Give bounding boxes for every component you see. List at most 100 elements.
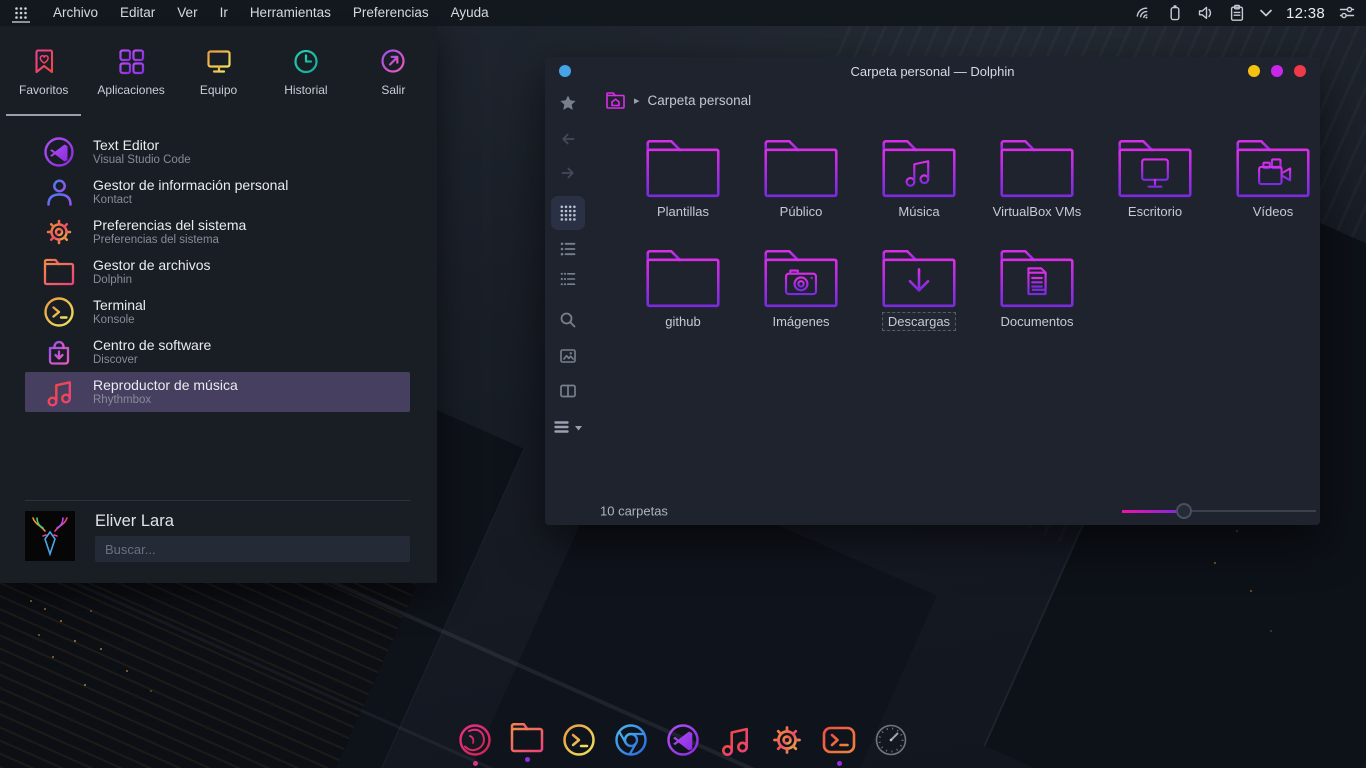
statusbar: 10 carpetas	[545, 497, 1320, 525]
folder-plantillas[interactable]: Plantillas	[624, 137, 742, 225]
breadcrumb[interactable]: ▸ Carpeta personal	[605, 88, 751, 112]
folder-descargas[interactable]: Descargas	[860, 247, 978, 335]
app-row-kontact[interactable]: Gestor de información personal Kontact	[25, 172, 410, 212]
app-row-dolphin[interactable]: Gestor de archivos Dolphin	[25, 252, 410, 292]
user-avatar[interactable]	[25, 511, 75, 561]
menu-hamburger-icon[interactable]	[553, 418, 583, 436]
folder-virtualbox-vms[interactable]: VirtualBox VMs	[978, 137, 1096, 225]
app-row-text-editor[interactable]: Text Editor Visual Studio Code	[25, 132, 410, 172]
menu-herramientas[interactable]: Herramientas	[239, 0, 342, 26]
dock-vscode[interactable]	[663, 721, 703, 766]
running-indicator	[525, 757, 530, 762]
person-icon	[42, 175, 76, 209]
sliders-icon[interactable]	[1338, 4, 1356, 22]
dock-clock-compass[interactable]	[871, 721, 911, 766]
app-row-konsole[interactable]: Terminal Konsole	[25, 292, 410, 332]
search-input[interactable]	[95, 536, 410, 562]
maximize-button[interactable]	[1271, 65, 1283, 77]
dock-terminal-box[interactable]	[819, 721, 859, 766]
folder-publico[interactable]: Público	[742, 137, 860, 225]
tab-historial[interactable]: Historial	[262, 26, 349, 116]
slider-handle[interactable]	[1176, 503, 1192, 519]
gear-icon	[42, 215, 76, 249]
breadcrumb-separator: ▸	[634, 94, 640, 107]
app-grid-icon[interactable]	[10, 3, 32, 23]
bookmark-star-icon[interactable]	[559, 94, 577, 112]
clipboard-icon[interactable]	[1228, 4, 1246, 22]
dock-firefox[interactable]	[455, 721, 495, 766]
folder-github[interactable]: github	[624, 247, 742, 335]
details-view-icon[interactable]	[559, 270, 577, 288]
app-row-rhythmbox[interactable]: Reproductor de música Rhythmbox	[25, 372, 410, 412]
tab-label: Favoritos	[19, 83, 68, 97]
app-subtitle: Visual Studio Code	[93, 153, 191, 167]
computer-monitor-icon	[204, 46, 234, 76]
folder-label: Imágenes	[766, 312, 835, 331]
menu-archivo[interactable]: Archivo	[42, 0, 109, 26]
app-title: Reproductor de música	[93, 377, 238, 393]
folder-videos[interactable]: Vídeos	[1214, 137, 1332, 225]
leave-arrow-icon	[378, 46, 408, 76]
folder-imagenes[interactable]: Imágenes	[742, 247, 860, 335]
titlebar[interactable]: Carpeta personal — Dolphin	[545, 57, 1320, 85]
menu-ayuda[interactable]: Ayuda	[440, 0, 500, 26]
close-button[interactable]	[1294, 65, 1306, 77]
app-title: Text Editor	[93, 137, 191, 153]
vscode-icon	[42, 135, 76, 169]
folder-musica[interactable]: Música	[860, 137, 978, 225]
tab-aplicaciones[interactable]: Aplicaciones	[87, 26, 174, 116]
search-icon[interactable]	[559, 311, 577, 329]
apps-grid-icon	[116, 46, 146, 76]
launcher-tabs: Favoritos Aplicaciones Equipo	[0, 26, 437, 116]
list-view-icon[interactable]	[559, 240, 577, 258]
grid-view-icon[interactable]	[551, 196, 585, 230]
back-arrow-icon[interactable]	[559, 130, 577, 148]
clock[interactable]: 12:38	[1286, 5, 1325, 22]
app-subtitle: Kontact	[93, 193, 288, 207]
preview-icon[interactable]	[559, 347, 577, 365]
app-row-discover[interactable]: Centro de software Discover	[25, 332, 410, 372]
folder-label: Vídeos	[1247, 202, 1299, 221]
chevron-down-icon[interactable]	[1259, 6, 1273, 20]
app-title: Preferencias del sistema	[93, 217, 246, 233]
menu-preferencias[interactable]: Preferencias	[342, 0, 440, 26]
folder-grid: Plantillas Público	[624, 137, 1332, 335]
volume-icon[interactable]	[1197, 4, 1215, 22]
split-view-icon[interactable]	[559, 382, 577, 400]
menu-ver[interactable]: Ver	[166, 0, 208, 26]
folder-label: Música	[892, 202, 945, 221]
software-bag-icon	[42, 335, 76, 369]
desktop: Archivo Editar Ver Ir Herramientas Prefe…	[0, 0, 1366, 768]
folder-escritorio[interactable]: Escritorio	[1096, 137, 1214, 225]
folder-label-selected: Descargas	[882, 312, 956, 331]
music-note-icon	[42, 375, 76, 409]
dock-settings[interactable]	[767, 721, 807, 766]
folder-icon	[42, 257, 76, 287]
wifi-icon[interactable]	[1134, 4, 1153, 23]
dock-konsole[interactable]	[559, 721, 599, 766]
zoom-slider[interactable]	[1122, 503, 1316, 519]
home-folder-icon[interactable]	[605, 91, 626, 110]
folder-documentos[interactable]: Documentos	[978, 247, 1096, 335]
menu-ir[interactable]: Ir	[209, 0, 239, 26]
tab-label: Historial	[284, 83, 327, 97]
menu-editar[interactable]: Editar	[109, 0, 166, 26]
system-tray: 12:38	[1134, 4, 1356, 23]
dock-files[interactable]	[507, 721, 547, 766]
battery-icon[interactable]	[1166, 4, 1184, 22]
status-text: 10 carpetas	[600, 504, 668, 519]
breadcrumb-label[interactable]: Carpeta personal	[648, 93, 752, 108]
dock-rhythmbox[interactable]	[715, 721, 755, 766]
tab-salir[interactable]: Salir	[350, 26, 437, 116]
user-name: Eliver Lara	[95, 512, 410, 531]
dock	[455, 721, 911, 766]
app-row-preferencias[interactable]: Preferencias del sistema Preferencias de…	[25, 212, 410, 252]
tab-equipo[interactable]: Equipo	[175, 26, 262, 116]
dock-chrome[interactable]	[611, 721, 651, 766]
forward-arrow-icon[interactable]	[559, 164, 577, 182]
folder-label: VirtualBox VMs	[987, 202, 1088, 221]
window-title: Carpeta personal — Dolphin	[545, 64, 1320, 79]
minimize-button[interactable]	[1248, 65, 1260, 77]
folder-label: Documentos	[995, 312, 1080, 331]
tab-favoritos[interactable]: Favoritos	[0, 26, 87, 116]
